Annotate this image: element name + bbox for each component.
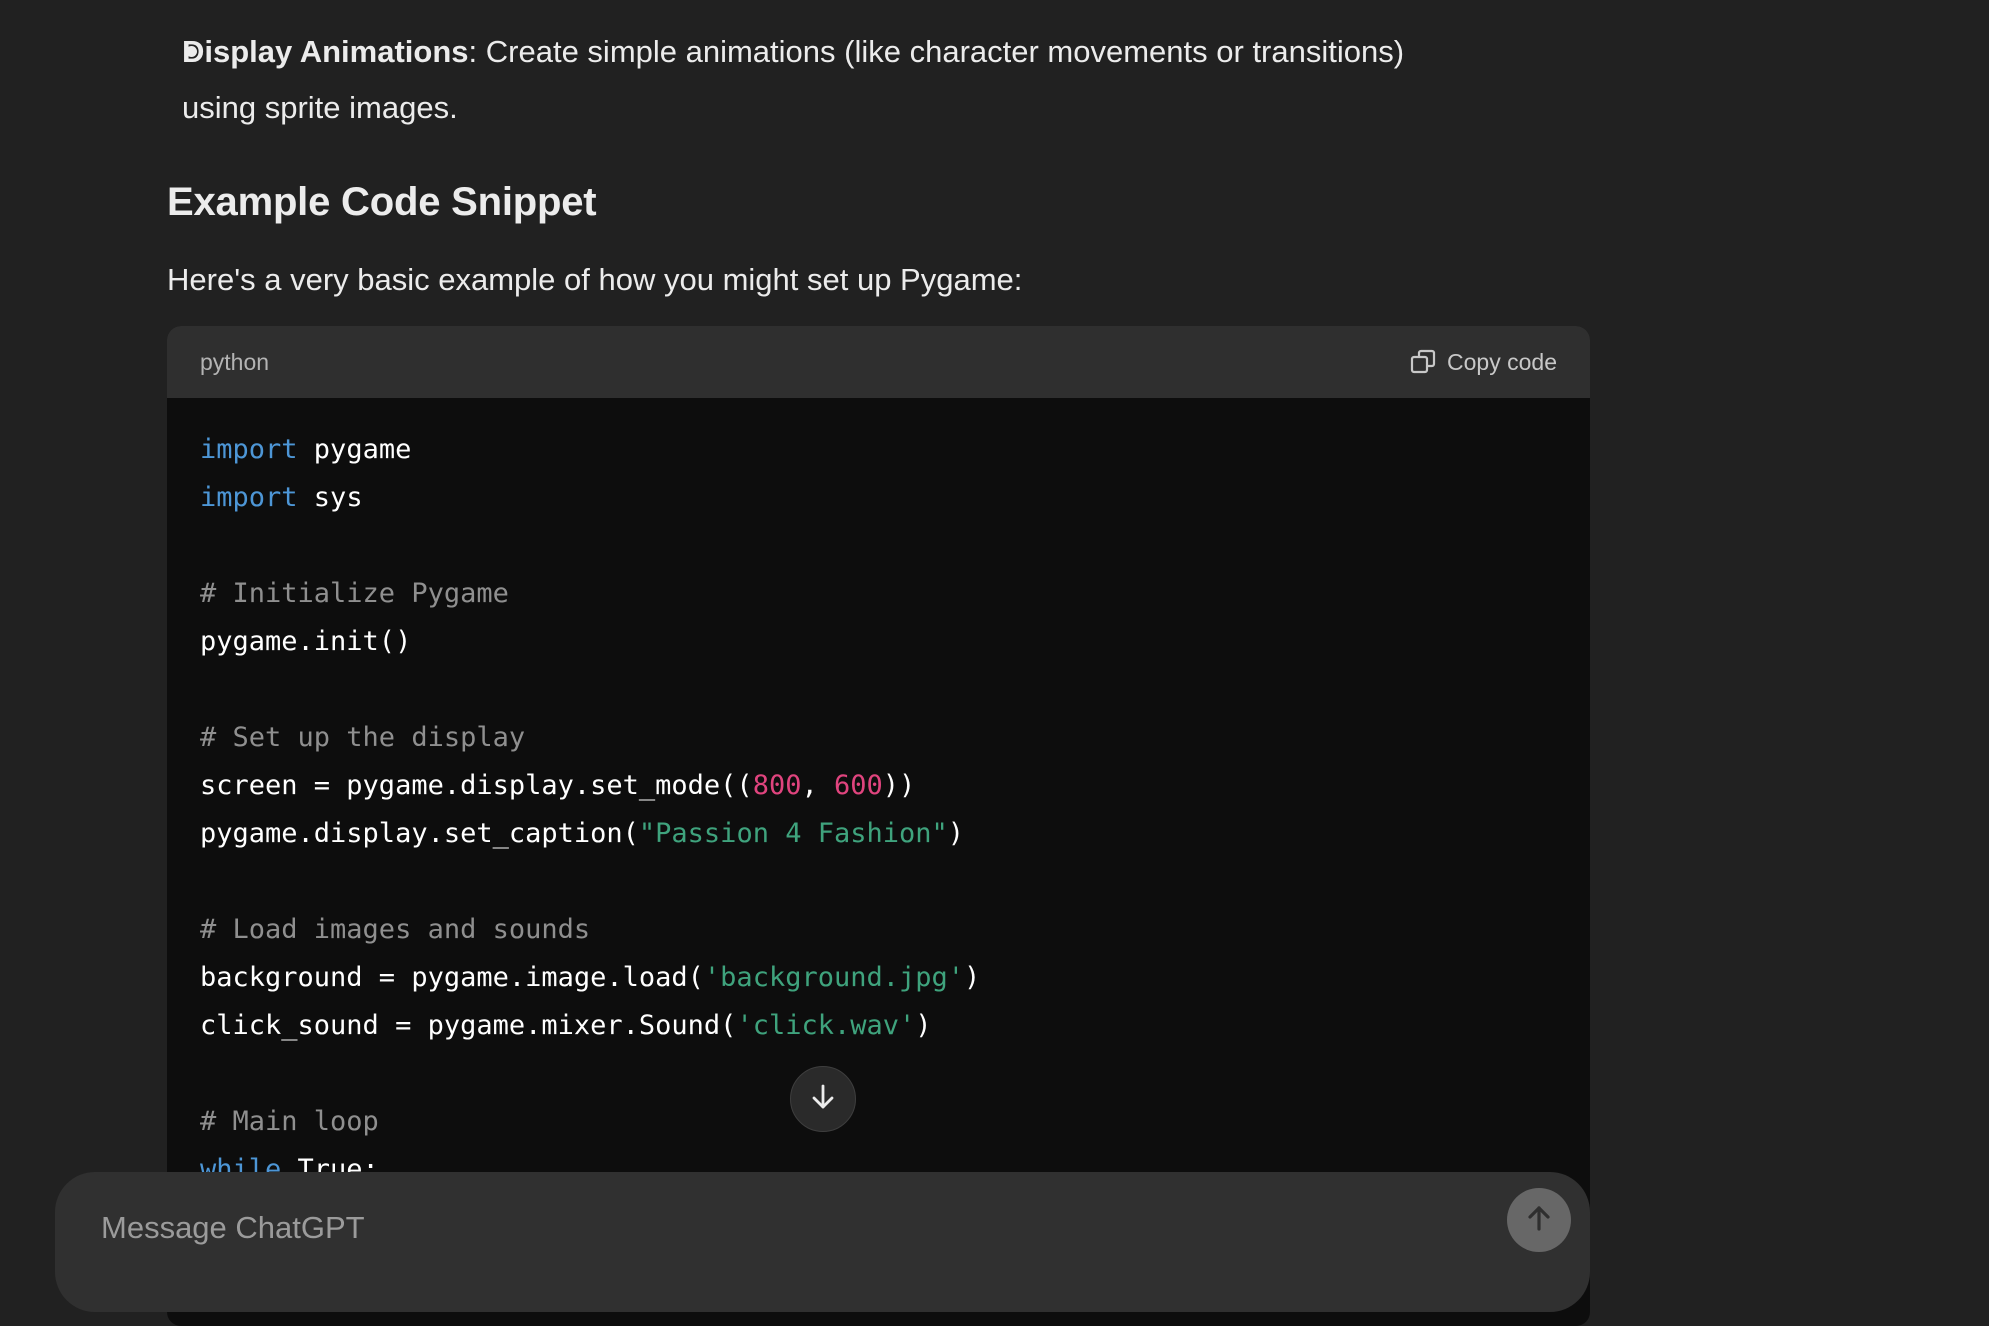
code-text: sys — [297, 482, 363, 513]
code-text: pygame.init() — [200, 626, 412, 657]
code-comment: # Load images and sounds — [200, 914, 591, 945]
copy-icon — [1409, 348, 1437, 376]
code-line: pygame.display.set_caption("Passion 4 Fa… — [200, 810, 1557, 858]
code-text: screen = pygame.display.set_mode(( — [200, 770, 753, 801]
message-composer — [55, 1172, 1590, 1312]
code-text: ) — [915, 1010, 932, 1041]
code-text: ) — [947, 818, 965, 849]
code-line: click_sound = pygame.mixer.Sound('click.… — [200, 1002, 1557, 1050]
code-keyword: import — [200, 482, 298, 513]
code-line: # Set up the display — [200, 714, 1557, 762]
code-number: 600 — [833, 770, 883, 801]
code-string: "Passion 4 Fashion" — [638, 818, 948, 849]
code-line: # Load images and sounds — [200, 906, 1557, 954]
code-text: pygame.display.set_caption( — [200, 818, 639, 849]
bullet-title: Display Animations — [182, 34, 469, 69]
code-number: 800 — [752, 770, 802, 801]
code-keyword: import — [200, 434, 298, 465]
code-line: # Initialize Pygame — [200, 570, 1557, 618]
code-text: pygame — [297, 434, 412, 465]
bullet-line1: Create simple animations (like character… — [477, 34, 1405, 69]
scroll-to-bottom-button[interactable] — [790, 1066, 856, 1132]
code-string: 'click.wav' — [736, 1010, 916, 1041]
code-block-header: python Copy code — [167, 326, 1590, 398]
code-text: , — [801, 770, 834, 801]
code-comment: # Initialize Pygame — [200, 578, 509, 609]
code-comment: # Set up the display — [200, 722, 526, 753]
code-line: pygame.init() — [200, 618, 1557, 666]
send-button[interactable] — [1507, 1188, 1571, 1252]
bullet-line2: using sprite images. — [182, 90, 458, 125]
message-input[interactable] — [99, 1202, 1403, 1254]
code-text: click_sound = pygame.mixer.Sound( — [200, 1010, 737, 1041]
code-line: # Main loop — [200, 1098, 1557, 1146]
code-line: import pygame — [200, 426, 1557, 474]
copy-code-button[interactable]: Copy code — [1409, 348, 1557, 376]
bullet-separator: : — [468, 34, 478, 69]
arrow-up-icon — [1523, 1202, 1555, 1239]
section-heading: Example Code Snippet — [167, 180, 597, 224]
code-language-label: python — [200, 348, 270, 375]
intro-paragraph: Here's a very basic example of how you m… — [167, 262, 1023, 297]
code-line: import sys — [200, 474, 1557, 522]
code-comment: # Main loop — [200, 1106, 379, 1137]
code-text: ) — [964, 962, 981, 993]
code-content: import pygame import sys # Initialize Pyg… — [167, 398, 1590, 1194]
code-line: background = pygame.image.load('backgrou… — [200, 954, 1557, 1002]
code-line: screen = pygame.display.set_mode((800, 6… — [200, 762, 1557, 810]
bullet-text: Display Animations: Create simple animat… — [182, 24, 1582, 136]
bullet-item: Display Animations: Create simple animat… — [182, 24, 1582, 136]
code-string: 'background.jpg' — [703, 962, 965, 993]
code-text: background = pygame.image.load( — [200, 962, 704, 993]
code-text: )) — [882, 770, 916, 801]
arrow-down-icon — [808, 1082, 838, 1117]
copy-code-label: Copy code — [1447, 348, 1557, 375]
